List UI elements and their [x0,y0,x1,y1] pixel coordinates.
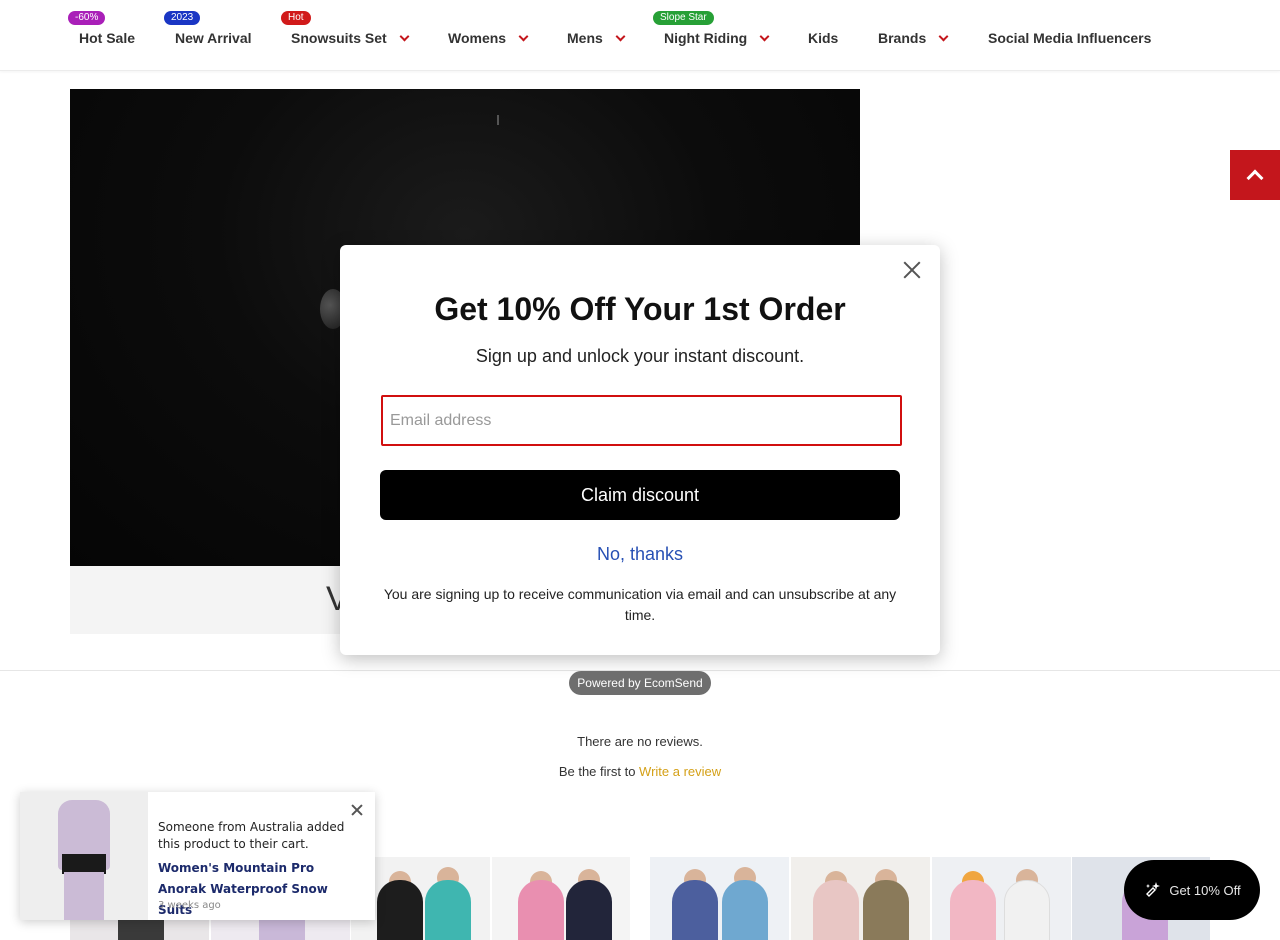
close-icon[interactable] [351,804,363,816]
nav-item-label: Brands [878,30,927,46]
nav-item-label: New Arrival [175,30,252,46]
claim-discount-button[interactable]: Claim discount [380,470,900,520]
model-figure [672,880,718,940]
nav-item-night-riding[interactable]: Night Riding [664,29,768,47]
model-figure [518,880,564,940]
nav-item-social-media-influencers[interactable]: Social Media Influencers [988,29,1151,47]
toast-product-link[interactable]: Women's Mountain Pro Anorak Waterproof S… [158,858,358,921]
nav-item-label: Kids [808,30,839,46]
chevron-down-icon [520,35,527,42]
first-review-prompt: Be the first to Write a review [0,764,1280,779]
model-figure [377,880,423,940]
chevron-down-icon [761,35,768,42]
nav-item-label: Snowsuits Set [291,30,387,46]
image-detail [497,115,499,125]
write-review-link[interactable]: Write a review [639,764,721,779]
model-figure [1004,880,1050,940]
nav-item-label: Womens [448,30,507,46]
cart-activity-toast: Someone from Australia added this produc… [20,792,375,920]
discount-signup-modal: Get 10% Off Your 1st Order Sign up and u… [340,245,940,655]
powered-by-badge[interactable]: Powered by EcomSend [569,671,711,695]
product-thumbnail[interactable] [650,857,789,940]
nav-item-hot-sale[interactable]: Hot Sale [79,29,135,47]
nav-item-label: Night Riding [664,30,748,46]
no-reviews-text: There are no reviews. [577,734,703,749]
chevron-down-icon [401,35,408,42]
nav-item-mens[interactable]: Mens [567,29,624,47]
no-thanks-link[interactable]: No, thanks [340,544,940,565]
model-figure [950,880,996,940]
first-review-prefix: Be the first to [558,764,636,779]
modal-title: Get 10% Off Your 1st Order [434,291,846,327]
nav-badge-snowsuits-set: Hot [281,11,311,25]
jacket-band [62,854,106,874]
nav-badge-hot-sale: -60% [68,11,106,25]
nav-item-label: Hot Sale [79,30,136,46]
main-navigation: -60% Hot Sale 2023 New Arrival Hot Snows… [0,0,1280,71]
product-thumbnail[interactable] [492,857,630,940]
product-thumbnail[interactable] [932,857,1071,940]
toast-product-image[interactable] [20,792,148,920]
nav-item-snowsuits-set[interactable]: Snowsuits Set [291,29,408,47]
toast-timestamp: 3 weeks ago [158,900,221,911]
model-figure [425,880,471,940]
modal-subtitle: Sign up and unlock your instant discount… [475,346,805,366]
model-figure [566,880,612,940]
chevron-up-icon [1246,169,1264,187]
nav-item-brands[interactable]: Brands [878,29,947,47]
product-thumbnail[interactable] [791,857,930,940]
close-icon[interactable] [901,259,923,281]
nav-item-label: Mens [567,30,603,46]
email-field[interactable] [381,395,902,446]
toast-message: Someone from Australia added this produc… [158,820,345,851]
scroll-to-top-button[interactable] [1230,150,1280,200]
model-figure [813,880,859,940]
nav-item-womens[interactable]: Womens [448,29,527,47]
signup-disclaimer: You are signing up to receive communicat… [383,586,897,623]
model-figure [722,880,768,940]
sparkle-tag-icon [1146,882,1161,897]
discount-floating-button[interactable]: Get 10% Off [1124,860,1260,920]
nav-item-label: Social Media Influencers [988,30,1152,46]
chevron-down-icon [940,35,947,42]
nav-item-kids[interactable]: Kids [808,29,838,47]
discount-button-label: Get 10% Off [1169,882,1241,898]
nav-badge-night-riding: Slope Star [653,11,714,25]
nav-badge-new-arrival: 2023 [164,11,201,25]
model-figure [863,880,909,940]
chevron-down-icon [617,35,624,42]
pants-shape [64,872,104,920]
nav-item-new-arrival[interactable]: New Arrival [175,29,252,47]
